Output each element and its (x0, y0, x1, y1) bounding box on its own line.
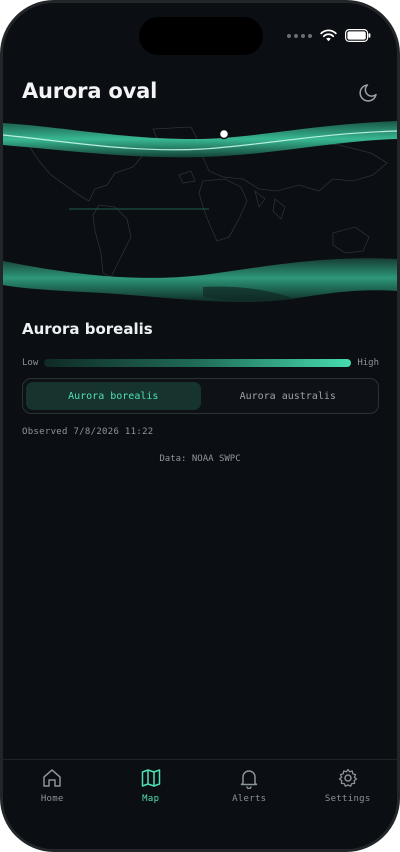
dynamic-island (139, 17, 263, 55)
data-source-label: Data: NOAA SWPC (159, 454, 241, 464)
wifi-icon (320, 29, 337, 42)
bell-icon (241, 770, 258, 789)
tab-settings[interactable]: Settings (299, 767, 398, 849)
gear-icon (338, 768, 357, 787)
section-title: Aurora borealis (22, 320, 153, 338)
phone-frame: Aurora oval Aurora borealis Low High Aur… (0, 0, 400, 852)
tab-bar: Home Map Alerts Settings (3, 759, 397, 849)
observed-timestamp: Observed 7/8/2026 11:22 (22, 427, 154, 437)
legend-high-label: High (357, 358, 379, 368)
tab-home-label: Home (40, 794, 64, 804)
legend-low-label: Low (22, 358, 39, 368)
location-marker[interactable] (218, 128, 230, 140)
tab-settings-label: Settings (324, 794, 371, 804)
signal-dots-icon (287, 33, 312, 38)
moon-icon[interactable] (357, 80, 381, 104)
map-icon (141, 769, 160, 787)
aurora-oval-map[interactable] (3, 115, 397, 305)
intensity-gradient-bar (44, 359, 352, 367)
segment-aurora-australis[interactable]: Aurora australis (201, 382, 376, 410)
home-icon (43, 769, 61, 787)
status-bar (287, 29, 371, 42)
segment-aurora-borealis[interactable]: Aurora borealis (26, 382, 201, 410)
tab-map[interactable]: Map (102, 767, 201, 849)
page-title: Aurora oval (22, 79, 158, 103)
app-screen: Aurora oval Aurora borealis Low High Aur… (3, 3, 397, 849)
tab-map-label: Map (142, 794, 160, 804)
tab-alerts-label: Alerts (232, 794, 267, 804)
intensity-legend: Low High (22, 355, 379, 371)
tab-alerts[interactable]: Alerts (200, 767, 299, 849)
hemisphere-toggle: Aurora borealis Aurora australis (22, 378, 379, 414)
battery-icon (345, 29, 371, 42)
tab-home[interactable]: Home (3, 767, 102, 849)
